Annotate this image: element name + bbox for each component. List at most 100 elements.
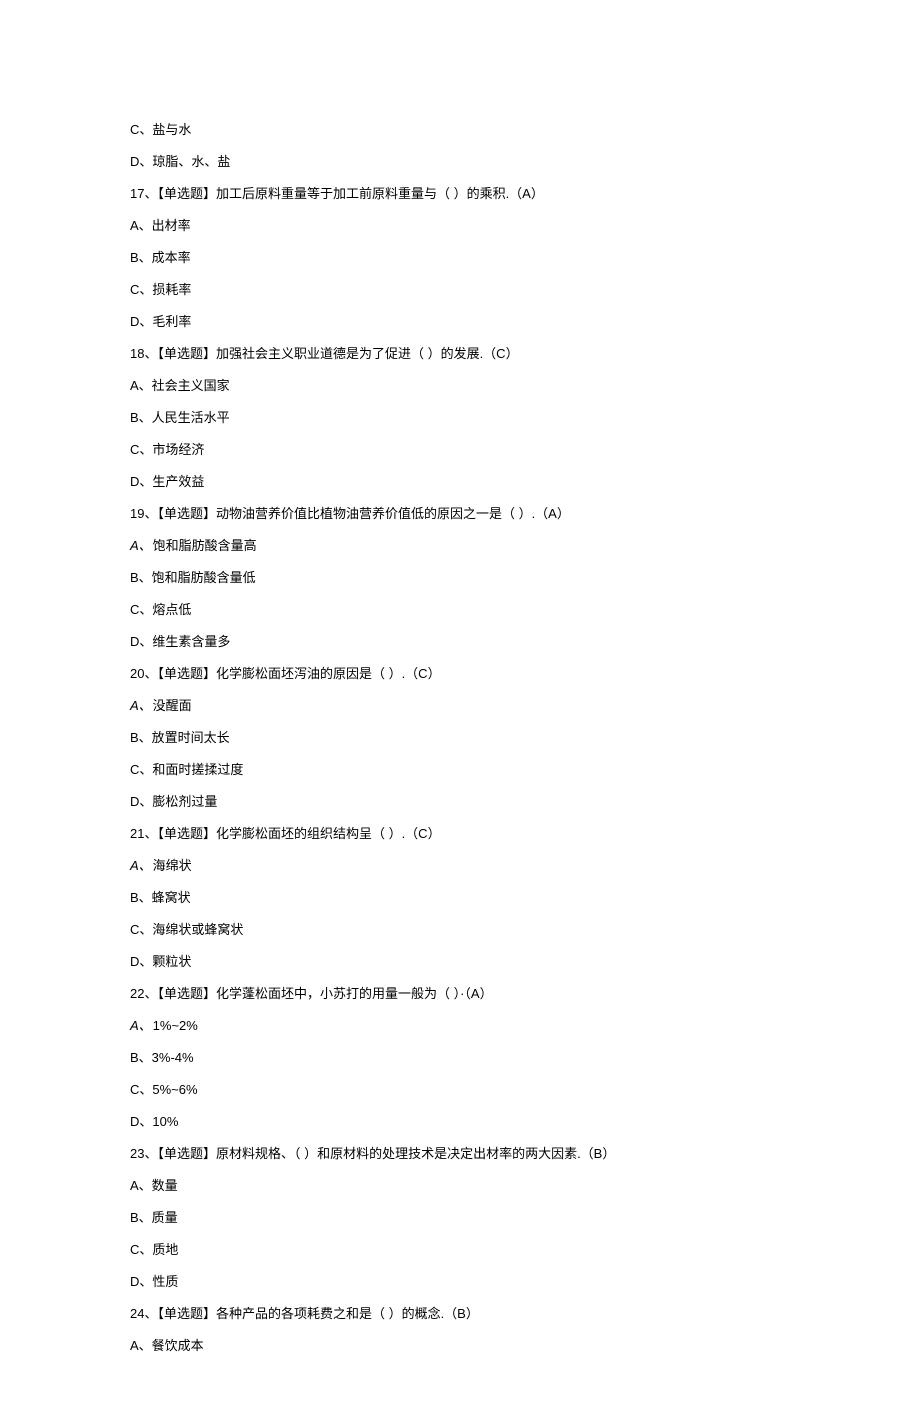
option-line: A、饱和脂肪酸含量高	[130, 536, 790, 556]
option-label: A、	[130, 378, 152, 393]
question-text: 21、【单选题】化学膨松面坯的组织结构呈（ ）.（C）	[130, 826, 441, 841]
option-line: B、成本率	[130, 248, 790, 268]
option-text: 1%~2%	[153, 1018, 198, 1033]
option-line: A、餐饮成本	[130, 1336, 790, 1356]
option-text: 熔点低	[152, 602, 191, 617]
option-text: 毛利率	[152, 314, 191, 329]
option-label: A、	[130, 698, 152, 713]
option-label: C、	[130, 122, 152, 137]
option-line: A、数量	[130, 1176, 790, 1196]
option-line: D、颗粒状	[130, 952, 790, 972]
option-line: B、饱和脂肪酸含量低	[130, 568, 790, 588]
option-line: C、海绵状或蜂窝状	[130, 920, 790, 940]
option-text: 社会主义国家	[152, 378, 230, 393]
option-label: B、	[130, 730, 152, 745]
option-text: 人民生活水平	[152, 410, 230, 425]
question-text: 17、【单选题】加工后原料重量等于加工前原料重量与（ ）的乘积.（A）	[130, 186, 544, 201]
option-label: D、	[130, 474, 152, 489]
option-line: C、质地	[130, 1240, 790, 1260]
option-text: 成本率	[152, 250, 191, 265]
option-label: B、	[130, 570, 152, 585]
option-label: C、	[130, 282, 152, 297]
option-text: 膨松剂过量	[152, 794, 217, 809]
option-line: A、出材率	[130, 216, 790, 236]
option-text: 3%-4%	[152, 1050, 194, 1065]
option-text: 没醒面	[153, 698, 192, 713]
option-label: A、	[130, 1338, 152, 1353]
option-line: C、5%~6%	[130, 1080, 790, 1100]
option-line: D、膨松剂过量	[130, 792, 790, 812]
option-label: A、	[130, 1018, 152, 1033]
option-line: B、放置时间太长	[130, 728, 790, 748]
option-line: A、社会主义国家	[130, 376, 790, 396]
option-label: D、	[130, 954, 152, 969]
option-text: 盐与水	[152, 122, 191, 137]
option-text: 质量	[152, 1210, 178, 1225]
option-text: 生产效益	[152, 474, 204, 489]
option-text: 10%	[152, 1114, 178, 1129]
option-line: B、3%-4%	[130, 1048, 790, 1068]
option-line: C、市场经济	[130, 440, 790, 460]
option-label: B、	[130, 1050, 152, 1065]
question-text: 24、【单选题】各种产品的各项耗费之和是（ ）的概念.（B）	[130, 1306, 479, 1321]
question-line: 17、【单选题】加工后原料重量等于加工前原料重量与（ ）的乘积.（A）	[130, 184, 790, 204]
option-line: D、毛利率	[130, 312, 790, 332]
question-line: 21、【单选题】化学膨松面坯的组织结构呈（ ）.（C）	[130, 824, 790, 844]
question-text: 22、【单选题】化学蓬松面坯中，小苏打的用量一般为（ ）·（A）	[130, 986, 493, 1001]
option-line: B、质量	[130, 1208, 790, 1228]
option-line: D、性质	[130, 1272, 790, 1292]
option-label: B、	[130, 890, 152, 905]
option-text: 维生素含量多	[152, 634, 230, 649]
option-text: 饱和脂肪酸含量低	[152, 570, 256, 585]
question-line: 19、【单选题】动物油营养价值比植物油营养价值低的原因之一是（ ）.（A）	[130, 504, 790, 524]
option-line: C、和面时搓揉过度	[130, 760, 790, 780]
question-text: 18、【单选题】加强社会主义职业道德是为了促进（ ）的发展.（C）	[130, 346, 519, 361]
option-label: B、	[130, 410, 152, 425]
document-content: C、盐与水D、琼脂、水、盐17、【单选题】加工后原料重量等于加工前原料重量与（ …	[130, 120, 790, 1356]
option-label: C、	[130, 1242, 152, 1257]
question-text: 20、【单选题】化学膨松面坯泻油的原因是（ ）.（C）	[130, 666, 441, 681]
option-label: A、	[130, 218, 152, 233]
option-text: 放置时间太长	[152, 730, 230, 745]
option-text: 市场经济	[152, 442, 204, 457]
option-label: C、	[130, 1082, 152, 1097]
option-line: B、蜂窝状	[130, 888, 790, 908]
option-line: C、盐与水	[130, 120, 790, 140]
option-line: A、海绵状	[130, 856, 790, 876]
option-text: 数量	[152, 1178, 178, 1193]
option-text: 海绵状	[153, 858, 192, 873]
option-text: 海绵状或蜂窝状	[152, 922, 243, 937]
option-label: D、	[130, 1114, 152, 1129]
option-text: 性质	[152, 1274, 178, 1289]
option-line: A、1%~2%	[130, 1016, 790, 1036]
option-text: 蜂窝状	[152, 890, 191, 905]
option-text: 出材率	[152, 218, 191, 233]
option-label: D、	[130, 314, 152, 329]
option-label: A、	[130, 858, 152, 873]
option-text: 琼脂、水、盐	[152, 154, 230, 169]
option-line: C、熔点低	[130, 600, 790, 620]
option-text: 餐饮成本	[152, 1338, 204, 1353]
option-line: C、损耗率	[130, 280, 790, 300]
option-line: D、琼脂、水、盐	[130, 152, 790, 172]
option-text: 损耗率	[152, 282, 191, 297]
option-text: 和面时搓揉过度	[152, 762, 243, 777]
question-line: 18、【单选题】加强社会主义职业道德是为了促进（ ）的发展.（C）	[130, 344, 790, 364]
option-label: B、	[130, 1210, 152, 1225]
option-line: D、维生素含量多	[130, 632, 790, 652]
option-label: B、	[130, 250, 152, 265]
option-label: C、	[130, 762, 152, 777]
question-text: 23、【单选题】原材料规格、（ ）和原材料的处理技术是决定出材率的两大因素.（B…	[130, 1146, 615, 1161]
option-line: D、生产效益	[130, 472, 790, 492]
option-line: A、没醒面	[130, 696, 790, 716]
question-line: 24、【单选题】各种产品的各项耗费之和是（ ）的概念.（B）	[130, 1304, 790, 1324]
option-line: B、人民生活水平	[130, 408, 790, 428]
option-label: D、	[130, 634, 152, 649]
option-label: A、	[130, 538, 152, 553]
option-text: 质地	[152, 1242, 178, 1257]
option-label: C、	[130, 442, 152, 457]
option-line: D、10%	[130, 1112, 790, 1132]
question-text: 19、【单选题】动物油营养价值比植物油营养价值低的原因之一是（ ）.（A）	[130, 506, 570, 521]
option-label: A、	[130, 1178, 152, 1193]
option-text: 5%~6%	[152, 1082, 197, 1097]
